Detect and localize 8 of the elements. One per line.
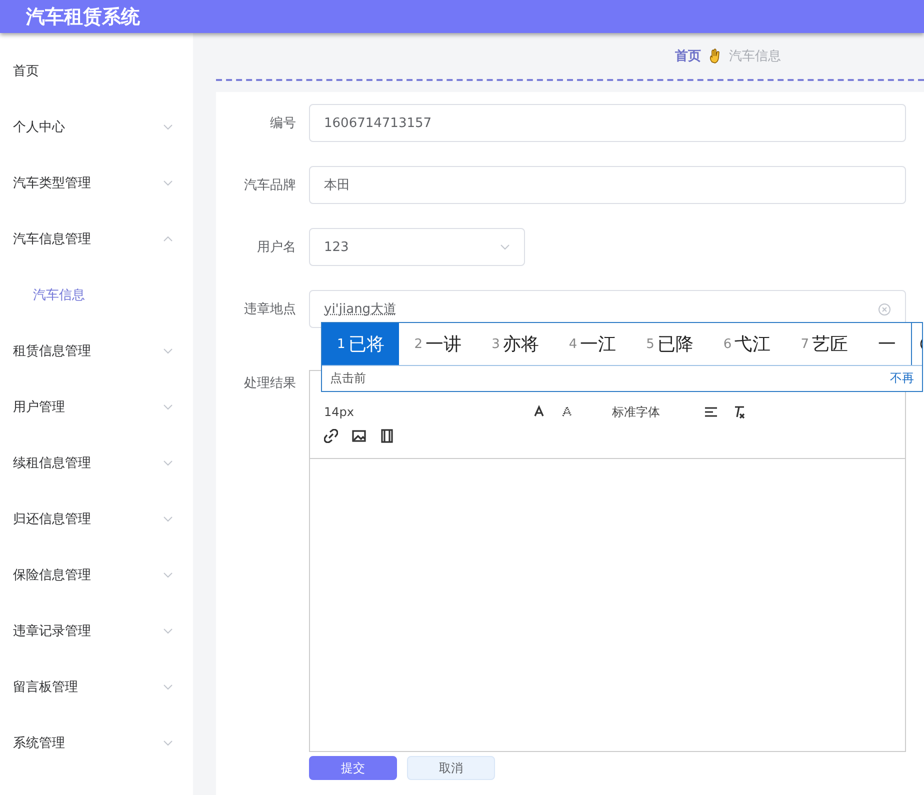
field-label: 编号 bbox=[269, 115, 297, 133]
field-label: 用户名 bbox=[256, 239, 297, 257]
breadcrumb-item: 汽车信息 bbox=[729, 48, 781, 65]
field-label: 处理结果 bbox=[243, 375, 297, 393]
ime-hint: 点击前 bbox=[330, 370, 366, 387]
field-label: 汽车品牌 bbox=[243, 177, 297, 195]
app-title: 汽车租赁系统 bbox=[26, 4, 140, 30]
field-label: 违章地点 bbox=[243, 301, 297, 319]
